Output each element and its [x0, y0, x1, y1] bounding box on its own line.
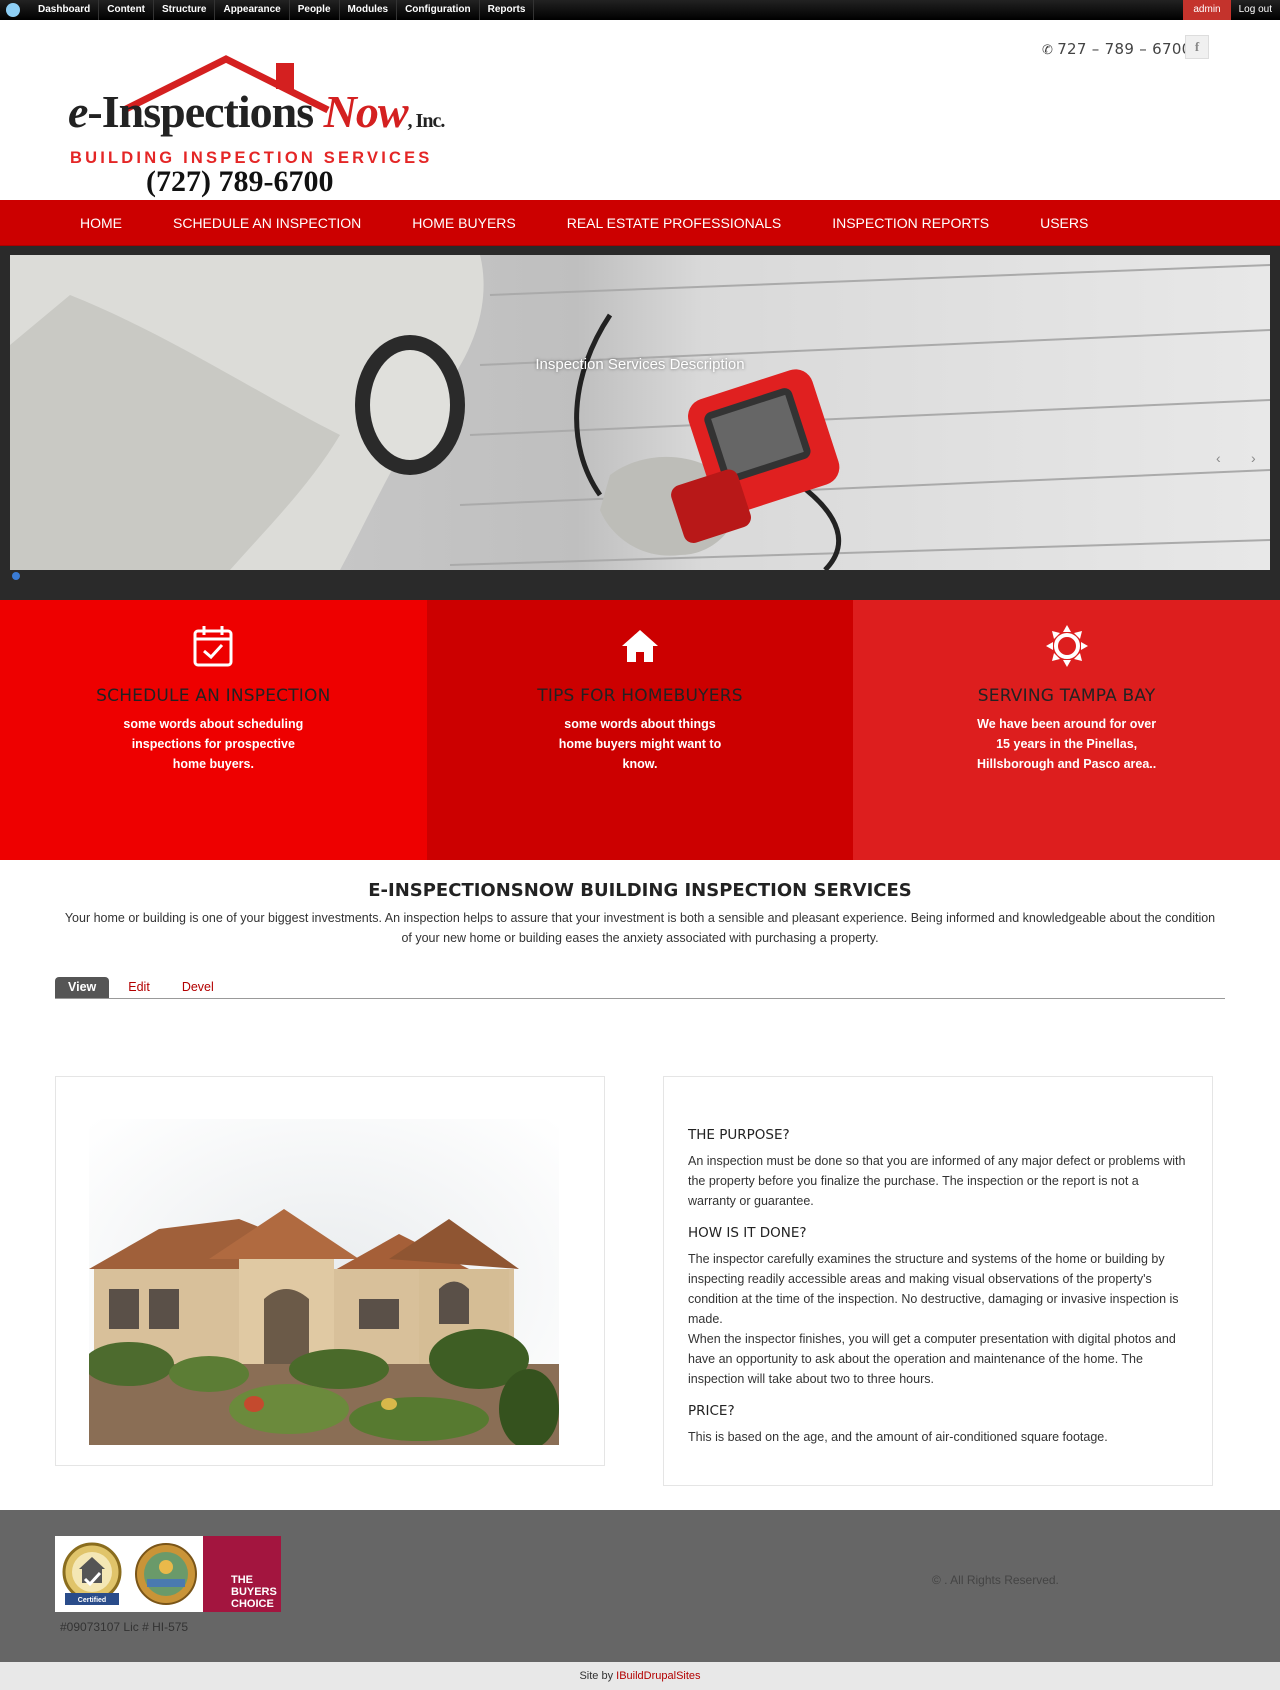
- image-box: [55, 1076, 605, 1466]
- credits-bar: Site by IBuildDrupalSites: [0, 1662, 1280, 1690]
- feature-title: SCHEDULE AN INSPECTION: [96, 686, 331, 706]
- admin-toolbar: Dashboard Content Structure Appearance P…: [0, 0, 1280, 20]
- tab-devel[interactable]: Devel: [169, 977, 227, 998]
- site-footer: Certified THE BUYERS CHOICE #09073107 Li…: [0, 1510, 1280, 1662]
- feature-schedule[interactable]: SCHEDULE AN INSPECTION some words about …: [0, 600, 427, 860]
- facebook-icon[interactable]: f: [1185, 35, 1209, 59]
- header-phone-number: 727 – 789 – 6700: [1057, 40, 1192, 58]
- header-phone: ✆ 727 – 789 – 6700: [1042, 40, 1192, 58]
- buyers-choice-badge: THE BUYERS CHOICE: [203, 1536, 281, 1612]
- admin-item-appearance[interactable]: Appearance: [215, 0, 290, 20]
- nav-home-buyers[interactable]: HOME BUYERS: [412, 200, 515, 245]
- nav-inspection-reports[interactable]: INSPECTION REPORTS: [832, 200, 989, 245]
- section-title-price: PRICE?: [688, 1403, 735, 1419]
- house-photo: [89, 1119, 559, 1445]
- feature-title: TIPS FOR HOMEBUYERS: [537, 686, 743, 706]
- admin-item-configuration[interactable]: Configuration: [397, 0, 480, 20]
- logo-wordmark: e-Inspections Now, Inc.: [68, 86, 445, 137]
- certified-badge: Certified: [55, 1536, 129, 1612]
- feature-row: SCHEDULE AN INSPECTION some words about …: [0, 600, 1280, 860]
- license-number: #09073107 Lic # HI-575: [60, 1620, 189, 1634]
- sun-icon: [853, 622, 1280, 670]
- logout-link[interactable]: Log out: [1231, 0, 1280, 20]
- admin-item-structure[interactable]: Structure: [154, 0, 216, 20]
- feature-tips[interactable]: TIPS FOR HOMEBUYERS some words about thi…: [426, 600, 854, 860]
- calendar-check-icon: [0, 622, 427, 670]
- admin-item-reports[interactable]: Reports: [480, 0, 535, 20]
- nav-home[interactable]: HOME: [80, 200, 122, 245]
- section-title-how: HOW IS IT DONE?: [688, 1225, 807, 1241]
- inspector-photo: [10, 255, 1270, 570]
- slider-prev-arrow[interactable]: ‹: [1216, 450, 1221, 466]
- feature-text: We have been around for over 15 years in…: [977, 717, 1157, 771]
- section-text-purpose: An inspection must be done so that you a…: [688, 1154, 1186, 1208]
- nav-schedule[interactable]: SCHEDULE AN INSPECTION: [173, 200, 361, 245]
- drupal-home-icon[interactable]: [6, 3, 20, 17]
- feature-title: SERVING TAMPA BAY: [977, 686, 1156, 706]
- admin-item-content[interactable]: Content: [99, 0, 155, 20]
- section-text-how: The inspector carefully examines the str…: [688, 1249, 1188, 1389]
- nav-users[interactable]: USERS: [1040, 200, 1088, 245]
- slider-next-arrow[interactable]: ›: [1251, 450, 1256, 466]
- phone-icon: ✆: [1042, 43, 1054, 58]
- site-header: ✆ 727 – 789 – 6700 f e-Inspections Now, I…: [0, 20, 1280, 200]
- copyright-text: © . All Rights Reserved.: [932, 1573, 1059, 1587]
- slide-caption: Inspection Services Description: [535, 356, 745, 373]
- site-logo[interactable]: e-Inspections Now, Inc. BUILDING INSPECT…: [68, 55, 445, 205]
- page-title: E-INSPECTIONSNOW BUILDING INSPECTION SER…: [368, 880, 912, 901]
- admin-item-people[interactable]: People: [290, 0, 340, 20]
- section-text-price: This is based on the age, and the amount…: [688, 1430, 1108, 1444]
- slider-pager-dot[interactable]: [12, 572, 20, 580]
- tab-view[interactable]: View: [55, 977, 110, 998]
- section-text-how-p2: When the inspector finishes, you will ge…: [688, 1332, 1176, 1386]
- svg-text:Certified: Certified: [78, 1597, 106, 1604]
- credits-prefix: Site by: [579, 1670, 617, 1682]
- admin-user-area: admin Log out: [1183, 0, 1280, 20]
- admin-item-dashboard[interactable]: Dashboard: [30, 0, 100, 20]
- nav-real-estate[interactable]: REAL ESTATE PROFESSIONALS: [567, 200, 781, 245]
- intro-text: Your home or building is one of your big…: [64, 911, 1216, 945]
- credits-link[interactable]: IBuildDrupalSites: [616, 1670, 700, 1682]
- home-icon: [427, 622, 854, 670]
- feature-text: some words about scheduling inspections …: [123, 717, 304, 771]
- slide-image: Inspection Services Description ‹ ›: [10, 255, 1270, 570]
- logo-phone: (727) 789-6700: [146, 165, 334, 198]
- feature-serving[interactable]: SERVING TAMPA BAY We have been around fo…: [853, 600, 1280, 860]
- hero-slider: Inspection Services Description ‹ ›: [0, 246, 1280, 600]
- section-text-how-p1: The inspector carefully examines the str…: [688, 1252, 1179, 1326]
- certification-badges: Certified THE BUYERS CHOICE: [55, 1536, 281, 1612]
- tab-edit[interactable]: Edit: [115, 977, 163, 998]
- admin-item-modules[interactable]: Modules: [340, 0, 398, 20]
- state-seal-badge: [129, 1536, 203, 1612]
- main-nav: HOME SCHEDULE AN INSPECTION HOME BUYERS …: [0, 200, 1280, 246]
- section-title-purpose: THE PURPOSE?: [688, 1127, 790, 1143]
- feature-text: some words about things home buyers migh…: [558, 717, 722, 771]
- local-tabs: View Edit Devel: [55, 977, 1225, 999]
- info-box: THE PURPOSE? An inspection must be done …: [663, 1076, 1213, 1486]
- admin-user-link[interactable]: admin: [1183, 0, 1231, 20]
